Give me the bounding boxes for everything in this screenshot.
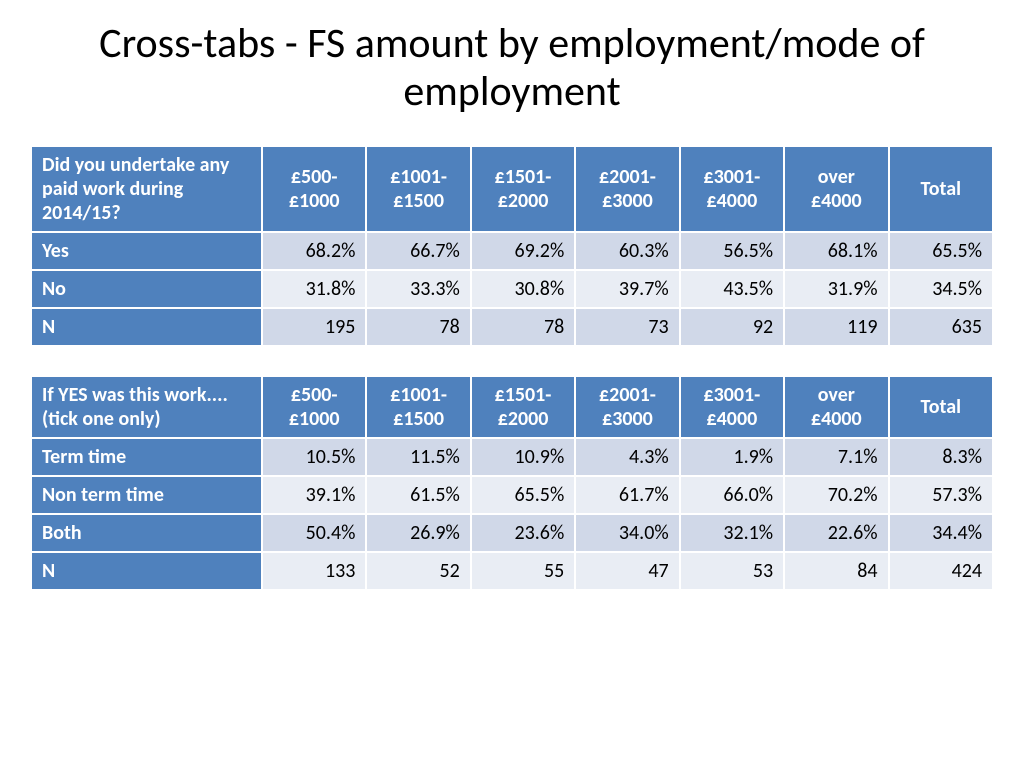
row-label: Non term time [31, 476, 262, 514]
row-label: N [31, 308, 262, 346]
table-row: Both50.4%26.9%23.6%34.0%32.1%22.6%34.4% [31, 514, 993, 552]
cell-value: 47 [575, 552, 679, 590]
column-header: £1001-£1500 [366, 146, 470, 232]
tables-container: Did you undertake any paid work during 2… [30, 145, 994, 591]
cell-value: 78 [366, 308, 470, 346]
cell-value: 50.4% [262, 514, 366, 552]
cell-value: 55 [471, 552, 575, 590]
column-header: £2001-£3000 [575, 146, 679, 232]
cell-value: 73 [575, 308, 679, 346]
cell-value: 4.3% [575, 438, 679, 476]
crosstab-table: If YES was this work.... (tick one only)… [30, 375, 994, 591]
cell-value: 31.9% [784, 270, 888, 308]
table-question: If YES was this work.... (tick one only) [31, 376, 262, 438]
table-row: No31.8%33.3%30.8%39.7%43.5%31.9%34.5% [31, 270, 993, 308]
cell-value: 133 [262, 552, 366, 590]
cell-value: 8.3% [889, 438, 993, 476]
cell-value: 68.1% [784, 232, 888, 270]
cell-value: 23.6% [471, 514, 575, 552]
row-label: Both [31, 514, 262, 552]
row-label: No [31, 270, 262, 308]
table-question: Did you undertake any paid work during 2… [31, 146, 262, 232]
cell-value: 34.5% [889, 270, 993, 308]
column-header: £1001-£1500 [366, 376, 470, 438]
cell-value: 39.1% [262, 476, 366, 514]
column-header: Total [889, 376, 993, 438]
cell-value: 7.1% [784, 438, 888, 476]
cell-value: 66.0% [680, 476, 784, 514]
column-header: Total [889, 146, 993, 232]
cell-value: 30.8% [471, 270, 575, 308]
cell-value: 195 [262, 308, 366, 346]
cell-value: 424 [889, 552, 993, 590]
row-label: N [31, 552, 262, 590]
column-header: £3001-£4000 [680, 376, 784, 438]
cell-value: 70.2% [784, 476, 888, 514]
cell-value: 34.4% [889, 514, 993, 552]
column-header: £500-£1000 [262, 376, 366, 438]
cell-value: 33.3% [366, 270, 470, 308]
cell-value: 65.5% [471, 476, 575, 514]
cell-value: 52 [366, 552, 470, 590]
column-header: £3001-£4000 [680, 146, 784, 232]
cell-value: 39.7% [575, 270, 679, 308]
cell-value: 10.5% [262, 438, 366, 476]
table-row: Non term time39.1%61.5%65.5%61.7%66.0%70… [31, 476, 993, 514]
cell-value: 11.5% [366, 438, 470, 476]
crosstab-table: Did you undertake any paid work during 2… [30, 145, 994, 347]
cell-value: 84 [784, 552, 888, 590]
cell-value: 31.8% [262, 270, 366, 308]
cell-value: 68.2% [262, 232, 366, 270]
cell-value: 56.5% [680, 232, 784, 270]
cell-value: 32.1% [680, 514, 784, 552]
table-row: Term time10.5%11.5%10.9%4.3%1.9%7.1%8.3% [31, 438, 993, 476]
table-row: Yes68.2%66.7%69.2%60.3%56.5%68.1%65.5% [31, 232, 993, 270]
cell-value: 119 [784, 308, 888, 346]
column-header: over £4000 [784, 376, 888, 438]
table-row: N19578787392119635 [31, 308, 993, 346]
row-label: Term time [31, 438, 262, 476]
cell-value: 69.2% [471, 232, 575, 270]
cell-value: 65.5% [889, 232, 993, 270]
column-header: £1501-£2000 [471, 376, 575, 438]
cell-value: 34.0% [575, 514, 679, 552]
cell-value: 61.5% [366, 476, 470, 514]
column-header: over £4000 [784, 146, 888, 232]
cell-value: 635 [889, 308, 993, 346]
cell-value: 57.3% [889, 476, 993, 514]
row-label: Yes [31, 232, 262, 270]
column-header: £500-£1000 [262, 146, 366, 232]
cell-value: 26.9% [366, 514, 470, 552]
cell-value: 22.6% [784, 514, 888, 552]
cell-value: 66.7% [366, 232, 470, 270]
cell-value: 78 [471, 308, 575, 346]
page-title: Cross-tabs - FS amount by employment/mod… [30, 20, 994, 117]
cell-value: 10.9% [471, 438, 575, 476]
cell-value: 60.3% [575, 232, 679, 270]
cell-value: 43.5% [680, 270, 784, 308]
column-header: £2001-£3000 [575, 376, 679, 438]
cell-value: 92 [680, 308, 784, 346]
cell-value: 53 [680, 552, 784, 590]
table-row: N1335255475384424 [31, 552, 993, 590]
column-header: £1501-£2000 [471, 146, 575, 232]
cell-value: 61.7% [575, 476, 679, 514]
cell-value: 1.9% [680, 438, 784, 476]
